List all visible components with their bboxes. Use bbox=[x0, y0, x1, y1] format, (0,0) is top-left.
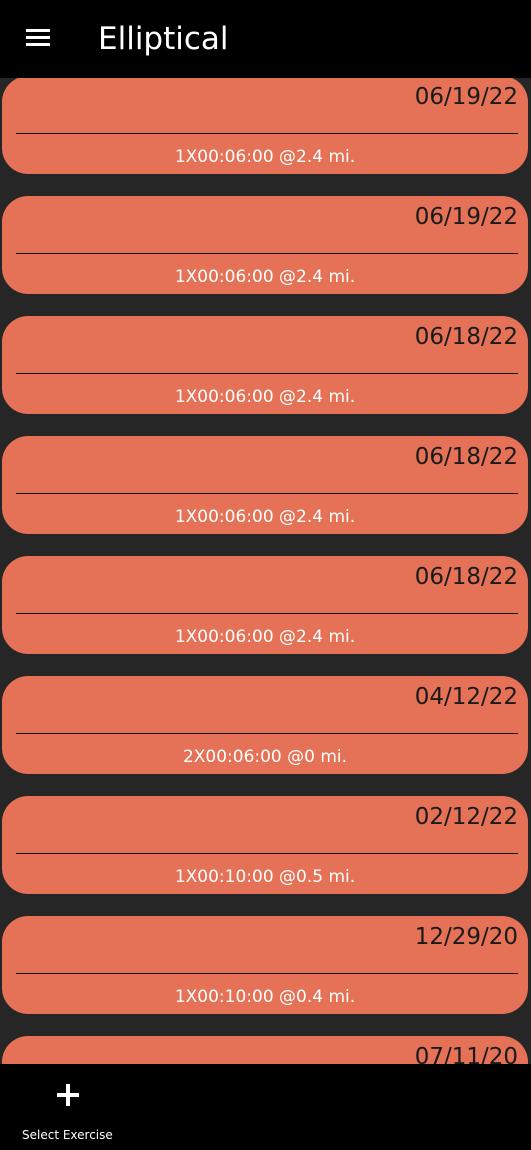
top-app-bar: Elliptical bbox=[0, 0, 531, 78]
entry-date: 06/18/22 bbox=[414, 444, 518, 470]
history-entry-card[interactable]: 12/29/20 1X00:10:00 @0.4 mi. bbox=[2, 916, 528, 1014]
entry-divider bbox=[16, 613, 518, 614]
entry-date: 06/18/22 bbox=[414, 564, 518, 590]
history-entry-card[interactable]: 06/18/22 1X00:06:00 @2.4 mi. bbox=[2, 556, 528, 654]
entry-summary: 1X00:10:00 @0.5 mi. bbox=[174, 867, 356, 887]
history-entry-card[interactable]: 06/19/22 1X00:06:00 @2.4 mi. bbox=[2, 76, 528, 174]
bottom-navigation-bar: Select Exercise bbox=[0, 1064, 531, 1150]
entry-divider bbox=[16, 853, 518, 854]
entry-date: 02/12/22 bbox=[414, 804, 518, 830]
entry-divider bbox=[16, 733, 518, 734]
entry-summary: 1X00:06:00 @2.4 mi. bbox=[174, 507, 356, 527]
entry-divider bbox=[16, 133, 518, 134]
entry-date: 12/29/20 bbox=[414, 924, 518, 950]
entry-divider bbox=[16, 493, 518, 494]
select-exercise-label: Select Exercise bbox=[22, 1128, 113, 1142]
entry-divider bbox=[16, 973, 518, 974]
select-exercise-button[interactable]: Select Exercise bbox=[10, 1072, 130, 1144]
entry-summary: 1X00:10:00 @0.4 mi. bbox=[174, 987, 356, 1007]
history-entry-card[interactable]: 07/11/20 bbox=[2, 1036, 528, 1064]
page-title: Elliptical bbox=[98, 21, 229, 57]
entry-date: 06/19/22 bbox=[414, 84, 518, 110]
entry-date: 06/19/22 bbox=[414, 204, 518, 230]
entry-summary: 1X00:06:00 @2.4 mi. bbox=[174, 267, 356, 287]
app-screen: Elliptical 06/19/22 1X00:06:00 @2.4 mi. … bbox=[0, 0, 531, 1150]
plus-icon bbox=[57, 1084, 79, 1106]
entry-divider bbox=[16, 373, 518, 374]
entry-date: 07/11/20 bbox=[414, 1044, 518, 1064]
history-entry-card[interactable]: 06/19/22 1X00:06:00 @2.4 mi. bbox=[2, 196, 528, 294]
entry-divider bbox=[16, 253, 518, 254]
entry-date: 04/12/22 bbox=[414, 684, 518, 710]
workout-history-list[interactable]: 06/19/22 1X00:06:00 @2.4 mi. 06/19/22 1X… bbox=[0, 76, 531, 1064]
hamburger-menu-icon[interactable] bbox=[26, 29, 50, 47]
history-entry-card[interactable]: 06/18/22 1X00:06:00 @2.4 mi. bbox=[2, 316, 528, 414]
entry-summary: 1X00:06:00 @2.4 mi. bbox=[174, 627, 356, 647]
entry-summary: 1X00:06:00 @2.4 mi. bbox=[174, 147, 356, 167]
history-entry-card[interactable]: 04/12/22 2X00:06:00 @0 mi. bbox=[2, 676, 528, 774]
entry-date: 06/18/22 bbox=[414, 324, 518, 350]
history-entry-card[interactable]: 06/18/22 1X00:06:00 @2.4 mi. bbox=[2, 436, 528, 534]
history-entry-card[interactable]: 02/12/22 1X00:10:00 @0.5 mi. bbox=[2, 796, 528, 894]
entry-summary: 2X00:06:00 @0 mi. bbox=[182, 747, 348, 767]
entry-summary: 1X00:06:00 @2.4 mi. bbox=[174, 387, 356, 407]
